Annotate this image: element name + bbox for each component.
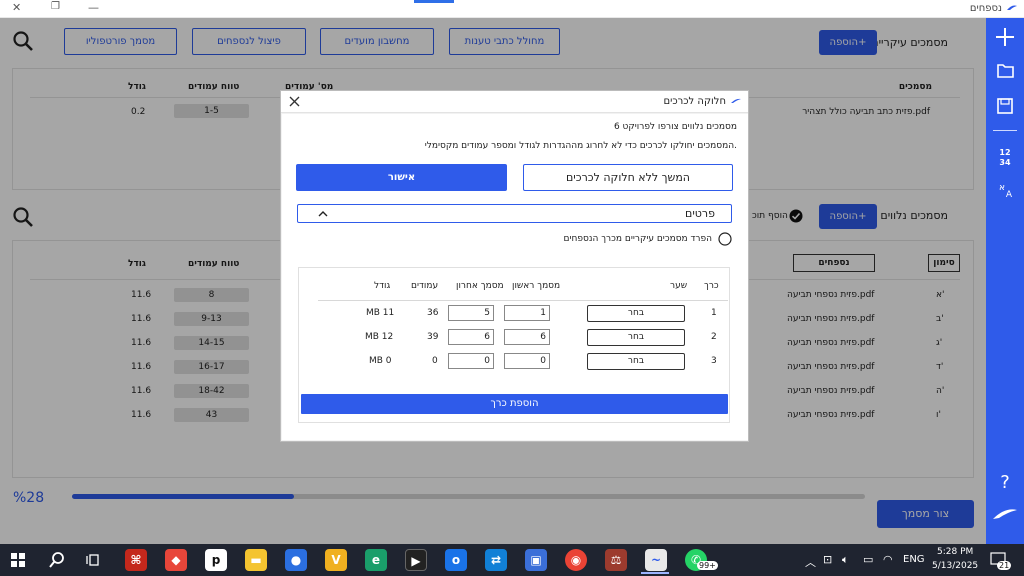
volume-size: MB 12 [365, 332, 394, 342]
dialog-header: חלוקה לכרכים [281, 91, 748, 113]
add-volume-button[interactable]: הוספת כרך [301, 394, 728, 414]
first-doc-input[interactable]: 0 [504, 353, 550, 369]
title-bar: ✕ ❐ — נספחים [0, 0, 1024, 18]
cloud-app-icon[interactable]: ● [285, 549, 307, 571]
dialog-info-line2: המסמכים יחולקו לכרכים כדי לא לחרוג מההגד… [424, 141, 737, 151]
col-size: גודל [374, 281, 391, 291]
volume-muted-icon[interactable]: 🔈︎ [842, 553, 849, 567]
folder-icon[interactable] [986, 62, 1024, 80]
restore-window-button[interactable]: ❐ [51, 1, 60, 12]
svg-text:?: ? [1000, 472, 1010, 492]
anydesk-icon[interactable]: ◆ [165, 549, 187, 571]
separate-docs-radio[interactable] [718, 232, 732, 246]
language-icon[interactable]: אA [986, 180, 1024, 200]
volumes-header-divider [318, 300, 728, 301]
help-icon[interactable]: ? [986, 470, 1024, 492]
choose-cover-button[interactable]: בחר [587, 305, 685, 322]
taskbar: ⌘ ◆ p ▬ ● V e ▶ o ⇄ ▣ ◉ ⚖ ~ ✆ 99+ ︿ ⊡ 🔈︎… [0, 544, 1024, 576]
wifi-icon[interactable]: ◠ [883, 553, 893, 566]
legal-app-icon[interactable]: ⚖ [605, 549, 627, 571]
notifications-count: 21 [997, 561, 1012, 570]
windows-start-icon[interactable] [11, 553, 25, 567]
whatsapp-badge: 99+ [697, 561, 718, 570]
plus-icon[interactable] [986, 26, 1024, 48]
col-first-doc: מסמך ראשון [512, 281, 561, 291]
media-app-icon[interactable]: ▶ [405, 549, 427, 571]
choose-cover-button[interactable]: בחר [587, 353, 685, 370]
choose-cover-button[interactable]: בחר [587, 329, 685, 346]
separate-docs-label: הפרד מסמכים עיקריים מכרך הנספחים [563, 234, 712, 244]
last-doc-input[interactable]: 6 [448, 329, 494, 345]
volume-number: 2 [711, 332, 717, 342]
details-accordion[interactable]: פרטים [297, 204, 732, 223]
battery-icon[interactable]: ▭ [863, 553, 873, 566]
p-app-icon[interactable]: p [205, 549, 227, 571]
acrobat-icon[interactable]: ⌘ [125, 549, 147, 571]
volume-pages: 39 [427, 332, 439, 342]
col-cover: שער [670, 281, 688, 291]
col-pages: עמודים [411, 281, 439, 291]
svg-text:A: A [1006, 190, 1013, 200]
clock-date[interactable]: 5/13/2025 [932, 561, 978, 571]
minimize-window-button[interactable]: — [88, 1, 99, 14]
edge-icon[interactable]: e [365, 549, 387, 571]
task-view-icon[interactable] [86, 552, 102, 568]
continue-without-split-button[interactable]: המשך ללא חלוקה לכרכים [523, 164, 733, 191]
numbering-icon[interactable]: 1234 [986, 146, 1024, 168]
last-doc-input[interactable]: 0 [448, 353, 494, 369]
close-icon[interactable] [289, 96, 300, 107]
feather-logo-icon [731, 98, 741, 103]
monitor-icon[interactable]: ⊡ [823, 553, 832, 566]
col-last-doc: מסמך אחרון [456, 281, 504, 291]
close-window-button[interactable]: ✕ [12, 1, 21, 14]
outlook-icon[interactable]: o [445, 549, 467, 571]
volume-size: MB 0 [369, 356, 392, 366]
last-doc-input[interactable]: 5 [448, 305, 494, 321]
language-indicator[interactable]: ENG [903, 554, 925, 565]
calendar-app-icon[interactable]: ▣ [525, 549, 547, 571]
feather-logo-icon [993, 509, 1017, 519]
teamviewer-icon[interactable]: ⇄ [485, 549, 507, 571]
dialog-title: חלוקה לכרכים [663, 96, 726, 107]
chevron-up-icon[interactable]: ︿ [805, 554, 816, 570]
dialog-info-line1: 6 מסמכים נלווים צורפו לפרויקט [613, 122, 737, 132]
svg-text:12: 12 [999, 148, 1010, 157]
first-doc-input[interactable]: 1 [504, 305, 550, 321]
feather-logo-icon [1007, 5, 1017, 10]
active-app-indicator [641, 572, 669, 574]
active-tab-indicator [414, 0, 454, 3]
chrome-icon[interactable]: ◉ [565, 549, 587, 571]
confirm-button[interactable]: אישור [296, 164, 507, 191]
chevron-up-icon [318, 211, 328, 217]
file-explorer-icon[interactable]: ▬ [245, 549, 267, 571]
volume-size: MB 11 [366, 308, 395, 318]
clock-time[interactable]: 5:28 PM [937, 547, 973, 557]
svg-text:34: 34 [999, 158, 1011, 167]
save-icon[interactable] [986, 97, 1024, 115]
sidebar-divider [993, 130, 1017, 131]
svg-text:א: א [999, 183, 1005, 193]
col-volume: כרך [704, 281, 719, 291]
right-sidebar: 12 34 אA ? [986, 18, 1024, 544]
volume-number: 3 [711, 356, 717, 366]
search-icon[interactable] [48, 551, 66, 569]
volume-pages: 0 [432, 356, 438, 366]
feather-app-icon[interactable]: ~ [645, 549, 667, 571]
details-label: פרטים [685, 207, 715, 220]
volume-pages: 36 [427, 308, 439, 318]
volume-number: 1 [711, 308, 717, 318]
window-title: נספחים [969, 3, 1002, 14]
first-doc-input[interactable]: 6 [504, 329, 550, 345]
vpn-app-icon[interactable]: V [325, 549, 347, 571]
